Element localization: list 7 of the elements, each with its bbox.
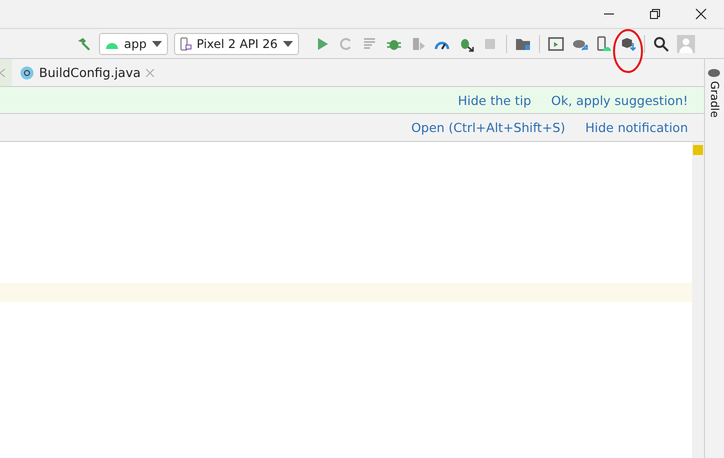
device-dropdown[interactable]: Pixel 2 API 26 [174, 32, 299, 54]
banner-link[interactable]: Hide the tip [458, 92, 532, 108]
gradle-tool-tab[interactable]: Gradle [708, 81, 721, 118]
run-config-dropdown[interactable]: app [99, 32, 168, 54]
notification-link[interactable]: Hide notification [585, 120, 688, 135]
notification-link[interactable]: Open (Ctrl+Alt+Shift+S) [411, 120, 566, 135]
banner-link[interactable]: Ok, apply suggestion! [551, 92, 688, 108]
